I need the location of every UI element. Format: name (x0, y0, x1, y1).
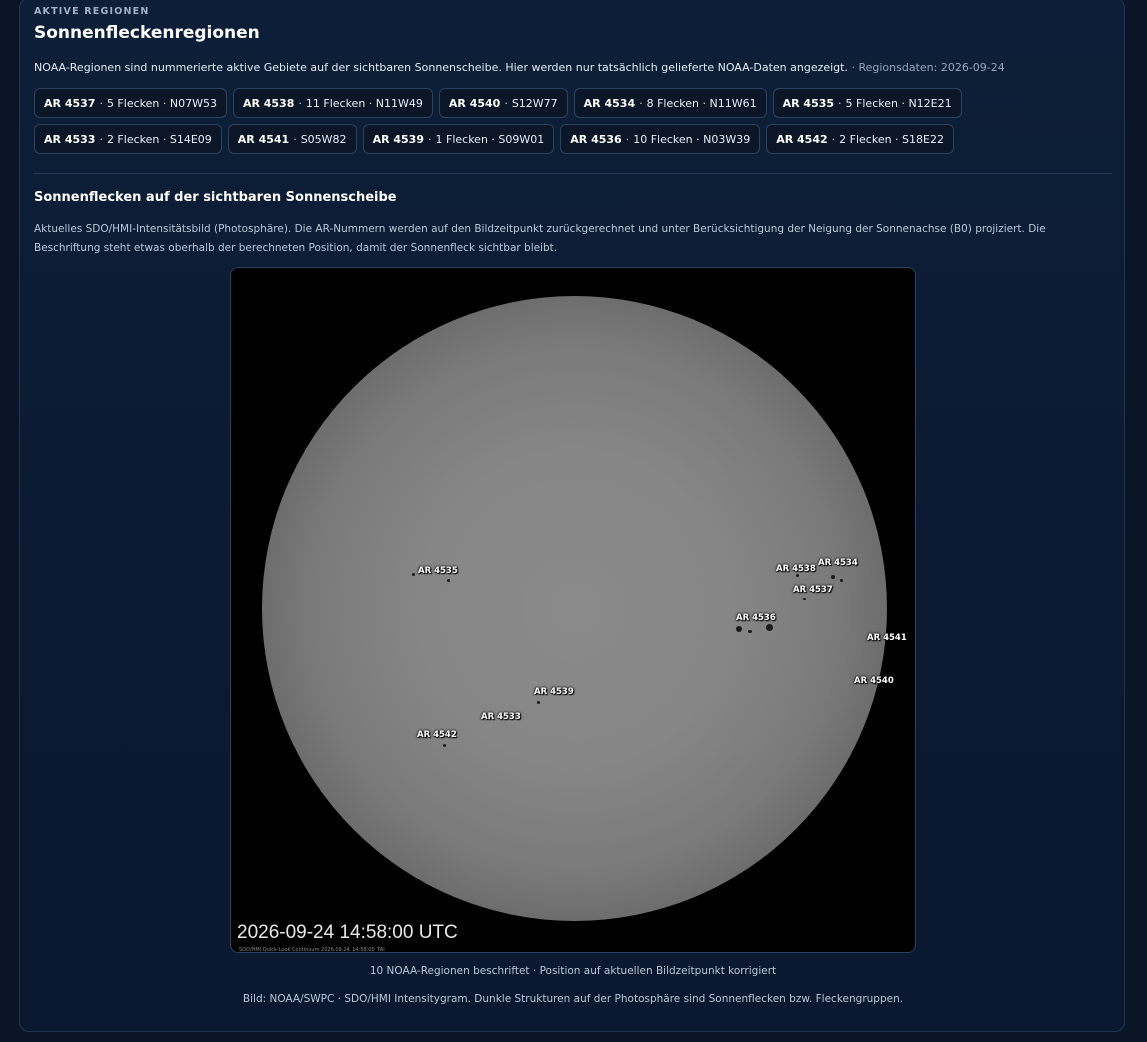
section-divider (34, 173, 1112, 174)
ar-label-4536: AR 4536 (736, 613, 776, 623)
sunspot (766, 624, 773, 631)
sunspot (412, 573, 415, 576)
region-chip-info: 5 Flecken · N12E21 (845, 96, 952, 110)
sunspot (840, 579, 843, 582)
chip-separator: · (293, 132, 297, 146)
region-chip-ar: AR 4541 (237, 132, 290, 146)
region-chip-4539[interactable]: AR 4539 · 1 Flecken · S09W01 (362, 124, 555, 154)
chip-separator: · (504, 96, 508, 110)
chip-separator: · (639, 96, 643, 110)
description-text: NOAA-Regionen sind nummerierte aktive Ge… (34, 61, 848, 74)
page-title: Sonnenfleckenregionen (34, 23, 260, 43)
region-chip-info: S12W77 (511, 96, 558, 110)
sunspot (443, 744, 446, 747)
region-chip-4537[interactable]: AR 4537 · 5 Flecken · N07W53 (34, 88, 227, 118)
region-chip-info: S05W82 (300, 132, 347, 146)
active-regions-panel: AKTIVE REGIONEN Sonnenfleckenregionen NO… (19, 0, 1125, 1032)
region-chip-info: 2 Flecken · S18E22 (839, 132, 944, 146)
region-chip-4536[interactable]: AR 4536 · 10 Flecken · N03W39 (560, 124, 761, 154)
sunspot (447, 579, 450, 582)
ar-label-4540: AR 4540 (854, 676, 894, 686)
region-chip-4533[interactable]: AR 4533 · 2 Flecken · S14E09 (34, 124, 222, 154)
chip-separator: · (99, 96, 103, 110)
sunspot (803, 598, 806, 600)
chip-separator: · (831, 132, 836, 146)
image-timestamp: 2026-09-24 14:58:00 UTC (237, 922, 458, 943)
region-chip-4534[interactable]: AR 4534 · 8 Flecken · N11W61 (573, 88, 767, 118)
chip-separator: · (625, 132, 630, 146)
sunspot (748, 630, 752, 633)
image-credit: Bild: NOAA/SWPC · SDO/HMI Intensitygram.… (242, 993, 904, 1005)
chip-separator: · (99, 132, 103, 146)
ar-label-4535: AR 4535 (418, 566, 458, 576)
region-chip-ar: AR 4539 (372, 132, 424, 146)
region-chip-info: 2 Flecken · S14E09 (106, 132, 212, 146)
region-chip-ar: AR 4540 (448, 96, 501, 110)
region-chip-info: 11 Flecken · N11W49 (305, 96, 423, 110)
ar-label-4533: AR 4533 (481, 712, 521, 722)
section-eyebrow: AKTIVE REGIONEN (34, 6, 150, 17)
region-chip-ar: AR 4542 (776, 132, 828, 146)
region-chip-info: 8 Flecken · N11W61 (646, 96, 757, 110)
region-chip-4541[interactable]: AR 4541 · S05W82 (227, 124, 357, 154)
region-chip-ar: AR 4533 (44, 132, 96, 146)
region-chip-ar: AR 4538 (242, 96, 295, 110)
chip-separator: · (428, 132, 432, 146)
section-description: Aktuelles SDO/HMI-Intensitätsbild (Photo… (34, 223, 1046, 254)
ar-label-4539: AR 4539 (534, 687, 574, 697)
solar-disk (262, 296, 887, 921)
region-chip-4540[interactable]: AR 4540 · S12W77 (438, 88, 568, 118)
ar-label-4542: AR 4542 (417, 730, 457, 740)
image-fine-print: SDO/HMI Quick-Look Continuum 2026.09.24_… (239, 947, 385, 953)
region-chip-list: AR 4537 · 5 Flecken · N07W53 AR 4538 · 11 Fl… (34, 88, 1114, 154)
sunspot (796, 574, 799, 577)
region-chip-4538[interactable]: AR 4538 · 11 Flecken · N11W49 (232, 88, 433, 118)
image-caption: 10 NOAA-Regionen beschriftet · Position … (369, 965, 777, 977)
region-chip-ar: AR 4536 (570, 132, 622, 146)
ar-label-4534: AR 4534 (818, 558, 858, 568)
regions-description: NOAA-Regionen sind nummerierte aktive Ge… (34, 61, 1005, 74)
region-chip-ar: AR 4534 (583, 96, 636, 110)
ar-label-4537: AR 4537 (793, 585, 833, 595)
region-date: · Regionsdaten: 2026-09-24 (851, 61, 1005, 74)
ar-label-4541: AR 4541 (867, 633, 907, 643)
chip-separator: · (298, 96, 302, 110)
region-chip-info: 1 Flecken · S09W01 (435, 132, 545, 146)
region-chip-ar: AR 4537 (44, 96, 96, 110)
region-chip-info: 5 Flecken · N07W53 (106, 96, 217, 110)
sunspot (736, 626, 742, 632)
region-chip-4542[interactable]: AR 4542 · 2 Flecken · S18E22 (766, 124, 954, 154)
chip-separator: · (838, 96, 842, 110)
region-chip-info: 10 Flecken · N03W39 (633, 132, 751, 146)
sunspot (831, 575, 835, 579)
sunspot (537, 701, 540, 704)
ar-label-4538: AR 4538 (776, 564, 816, 574)
sun-image: AR 4535 AR 4538 AR 4534 AR 4537 AR 4536 … (230, 267, 916, 953)
region-chip-ar: AR 4535 (782, 96, 835, 110)
section-title: Sonnenflecken auf der sichtbaren Sonnens… (34, 190, 397, 205)
region-chip-4535[interactable]: AR 4535 · 5 Flecken · N12E21 (772, 88, 962, 118)
